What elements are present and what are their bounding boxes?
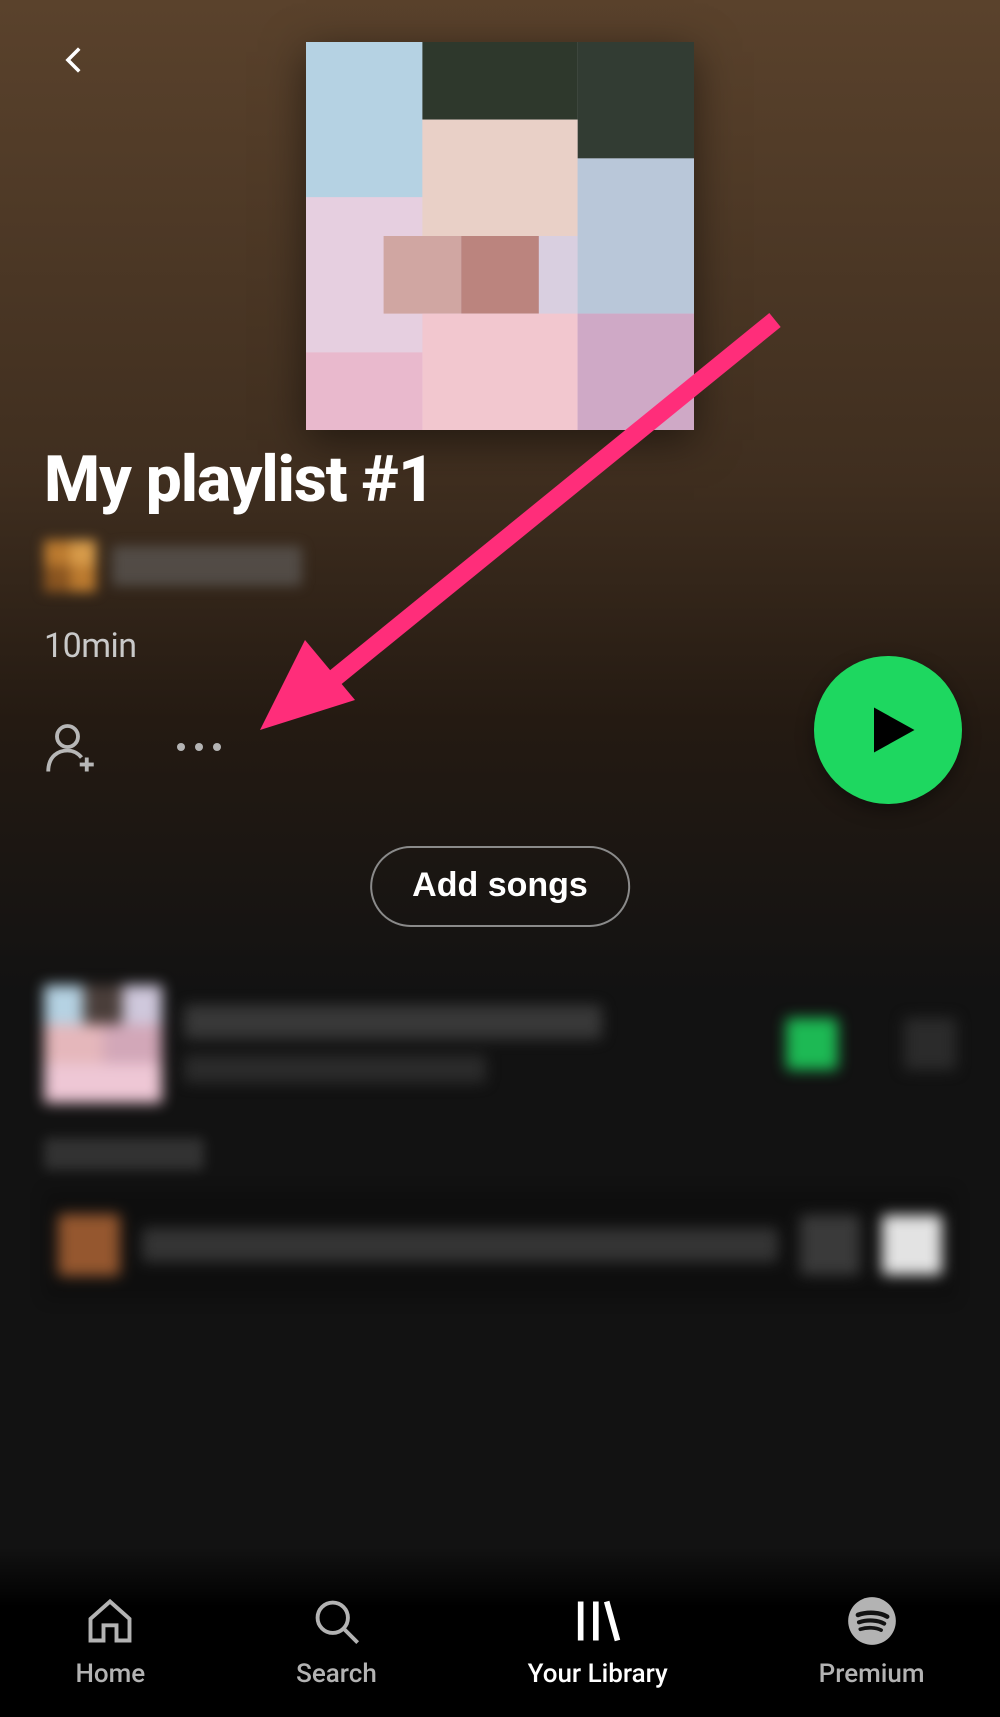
dots-icon [177,743,185,751]
nav-library-label: Your Library [528,1659,668,1689]
track-cover [44,985,162,1103]
recommended-title [142,1228,778,1262]
owner-name [112,546,302,586]
more-options-button[interactable] [166,724,232,770]
search-icon [310,1595,362,1647]
recommended-action-2[interactable] [882,1215,942,1275]
recommended-header [44,1138,204,1170]
back-button[interactable] [50,35,100,85]
nav-search-label: Search [296,1659,377,1689]
playlist-duration: 10min [44,626,137,666]
track-list [44,980,956,1300]
recommended-row[interactable] [44,1190,956,1300]
track-title [184,1005,602,1039]
download-indicator-icon[interactable] [786,1018,838,1070]
bottom-nav: Home Search Your Library Premium [0,1547,1000,1717]
play-icon [865,703,919,757]
recommended-action-1[interactable] [800,1215,860,1275]
home-icon [84,1595,136,1647]
library-icon [572,1595,624,1647]
nav-search[interactable]: Search [296,1595,377,1689]
owner-avatar [44,540,96,592]
track-meta [184,1005,764,1083]
playlist-title: My playlist #1 [44,442,434,517]
nav-premium-label: Premium [819,1659,925,1689]
person-add-icon [43,719,99,775]
nav-library[interactable]: Your Library [528,1595,668,1689]
track-artist [184,1055,486,1083]
spotify-icon [846,1595,898,1647]
playlist-owner[interactable] [44,540,302,592]
cover-art-image [306,42,694,430]
play-button[interactable] [814,656,962,804]
chevron-left-icon [58,43,92,77]
track-row[interactable] [44,980,956,1108]
invite-collaborators-button[interactable] [38,714,104,780]
nav-home[interactable]: Home [75,1595,145,1689]
nav-premium[interactable]: Premium [819,1595,925,1689]
nav-home-label: Home [75,1659,145,1689]
track-more-button[interactable] [904,1018,956,1070]
playlist-cover[interactable] [306,42,694,430]
recommended-cover [58,1214,120,1276]
playlist-actions [38,704,962,804]
add-songs-button[interactable]: Add songs [370,846,630,927]
